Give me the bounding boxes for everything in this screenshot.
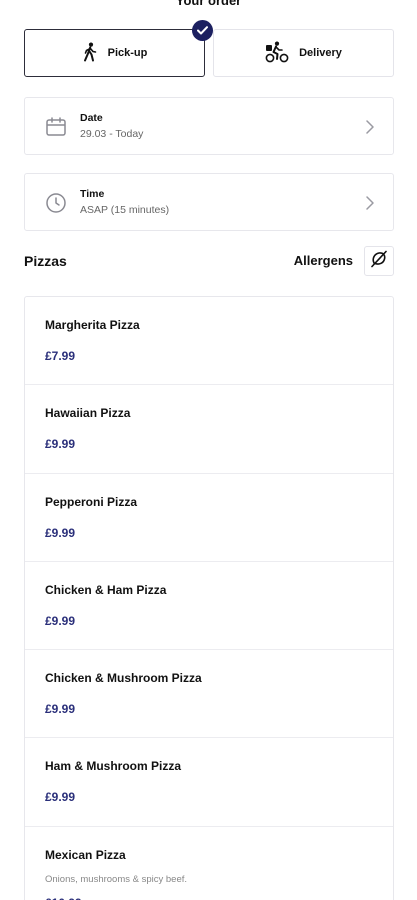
allergens-button[interactable] bbox=[364, 246, 394, 276]
menu-item-name: Margherita Pizza bbox=[45, 318, 140, 332]
menu-item[interactable]: Pepperoni Pizza £9.99 bbox=[25, 474, 393, 562]
menu-item-price: £7.99 bbox=[45, 349, 76, 363]
walking-person-icon bbox=[82, 42, 98, 65]
calendar-icon bbox=[45, 116, 67, 138]
menu-list: Margherita Pizza £7.99 Hawaiian Pizza £9.99… bbox=[24, 296, 394, 900]
chevron-right-icon bbox=[365, 119, 375, 135]
menu-item[interactable]: Chicken & Ham Pizza £9.99 bbox=[25, 562, 393, 651]
menu-item[interactable]: Hawaiian Pizza £9.99 bbox=[25, 385, 393, 474]
section-title: Pizzas bbox=[24, 253, 67, 269]
menu-item-name: Chicken & Mushroom Pizza bbox=[45, 671, 202, 686]
menu-item-price: £9.99 bbox=[45, 437, 76, 452]
clock-icon bbox=[45, 192, 67, 214]
time-label: Time bbox=[80, 188, 105, 200]
menu-item[interactable]: Chicken & Mushroom Pizza £9.99 bbox=[25, 650, 393, 739]
menu-item-name: Mexican Pizza bbox=[45, 847, 126, 862]
menu-item[interactable]: Ham & Mushroom Pizza £9.99 bbox=[25, 738, 393, 827]
menu-item[interactable]: Mexican Pizza Onions, mushrooms & spicy b… bbox=[25, 827, 393, 900]
time-value: ASAP (15 minutes) bbox=[80, 204, 170, 216]
cyclist-icon bbox=[265, 41, 289, 66]
date-label: Date bbox=[80, 112, 103, 124]
pickup-option-label: Pick-up bbox=[107, 47, 148, 59]
menu-item-name: Hawaiian Pizza bbox=[45, 406, 131, 421]
date-picker[interactable]: Date 29.03 - Today bbox=[24, 97, 394, 155]
date-value: 29.03 - Today bbox=[80, 128, 144, 140]
check-icon bbox=[192, 20, 213, 41]
menu-item-name: Pepperoni Pizza bbox=[45, 494, 138, 509]
menu-item-name: Chicken & Ham Pizza bbox=[45, 582, 167, 597]
menu-item[interactable]: Margherita Pizza £7.99 bbox=[25, 297, 393, 386]
delivery-option-button[interactable]: Delivery bbox=[213, 29, 394, 77]
menu-item-name: Ham & Mushroom Pizza bbox=[45, 759, 182, 774]
fulfillment-toggle: Pick-up Delivery bbox=[24, 20, 394, 77]
no-nuts-icon bbox=[369, 249, 389, 274]
menu-item-price: £9.99 bbox=[45, 790, 76, 805]
menu-item-price: £9.99 bbox=[45, 613, 76, 628]
pickup-option-button[interactable]: Pick-up bbox=[24, 20, 213, 77]
menu-item-price: £10.99 bbox=[45, 896, 82, 900]
delivery-option-label: Delivery bbox=[299, 47, 342, 59]
menu-item-description: Onions, mushrooms & spicy beef. bbox=[45, 873, 188, 885]
menu-item-price: £9.99 bbox=[45, 702, 76, 717]
chevron-right-icon bbox=[365, 195, 375, 211]
menu-item-price: £9.99 bbox=[45, 525, 76, 540]
section-header: Pizzas Allergens bbox=[24, 246, 394, 276]
allergens-label[interactable]: Allergens bbox=[294, 253, 353, 268]
time-picker[interactable]: Time ASAP (15 minutes) bbox=[24, 173, 394, 231]
page-title: Your order bbox=[175, 0, 242, 8]
